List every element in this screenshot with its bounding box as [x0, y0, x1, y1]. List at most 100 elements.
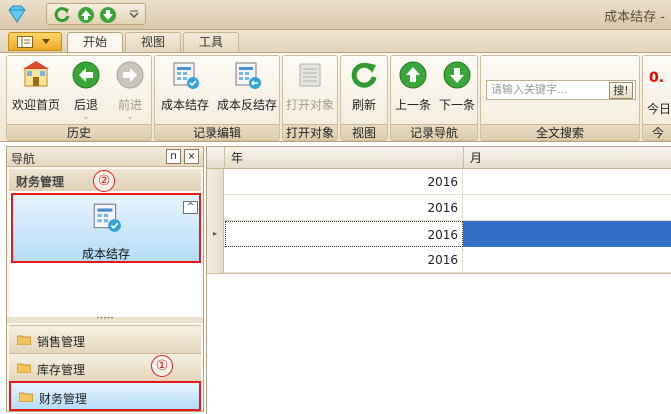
ribbon-group-today: 0. 今日 今 [642, 55, 671, 141]
open-object-label: 打开对象 [285, 98, 334, 112]
group-label-record-edit: 记录编辑 [155, 124, 279, 140]
tab-start[interactable]: 开始 [67, 32, 123, 53]
back-dropdown-icon[interactable]: ⌄ [65, 113, 107, 121]
collapse-icon[interactable]: ^ [183, 201, 198, 214]
back-label: 后退 [73, 98, 98, 112]
table-row[interactable]: 2016 [207, 247, 671, 273]
table-row[interactable]: 2016 [207, 195, 671, 221]
group-label-history: 历史 [7, 124, 151, 140]
forward-button[interactable]: 前进 ⌄ [109, 60, 151, 122]
refresh-button[interactable]: 刷新 [341, 60, 387, 122]
open-object-button[interactable]: 打开对象 [283, 60, 337, 122]
nav-bottom-item-sales[interactable]: 销售管理 [9, 325, 201, 353]
home-icon [23, 61, 49, 87]
ribbon-group-history: 欢迎首页 后退 ⌄ 前进 ⌄ 历史 [6, 55, 152, 141]
row-indicator[interactable] [207, 195, 224, 221]
customize-dropdown-icon[interactable] [125, 6, 143, 24]
nav-bottom-item-label: 库存管理 [37, 363, 86, 377]
cell-year[interactable]: 2016 [225, 221, 463, 247]
welcome-home-label: 欢迎首页 [11, 98, 60, 112]
nav-splitter[interactable]: ••••• [7, 316, 203, 323]
tab-view[interactable]: 视图 [125, 32, 181, 52]
refresh-icon [351, 62, 377, 88]
welcome-home-button[interactable]: 欢迎首页 [9, 60, 63, 122]
grid-empty-area [207, 273, 671, 414]
window-title: 成本结存 - [604, 10, 665, 25]
down-arrow-icon[interactable] [99, 6, 117, 24]
ribbon-group-view: 刷新 视图 [340, 55, 388, 141]
folder-icon [19, 392, 33, 402]
up-arrow-icon [399, 61, 427, 89]
cell-year[interactable]: 2016 [225, 169, 463, 195]
pin-icon[interactable]: п [166, 149, 181, 164]
cost-settle-icon [93, 203, 121, 232]
table-row[interactable]: ▸ 2016 [207, 221, 671, 247]
group-label-fulltext-search: 全文搜索 [481, 124, 639, 140]
table-row[interactable]: 2016 [207, 169, 671, 195]
back-button[interactable]: 后退 ⌄ [65, 60, 107, 122]
callout-2: ② [93, 170, 115, 192]
group-label-record-nav: 记录导航 [391, 124, 477, 140]
open-object-icon [299, 63, 321, 87]
ribbon-group-record-nav: 上一条 下一条 记录导航 [390, 55, 478, 141]
menu-icon [17, 36, 33, 48]
callout-1: ① [151, 355, 173, 377]
forward-label: 前进 [117, 98, 142, 112]
cell-month[interactable] [463, 247, 671, 273]
cost-settle-label: 成本结存 [160, 98, 209, 112]
ribbon-tab-row: 开始 视图 工具 [0, 30, 671, 53]
row-indicator-current-icon[interactable]: ▸ [207, 221, 224, 247]
nav-item-cost-settle-label: 成本结存 [81, 247, 130, 261]
row-indicator[interactable] [207, 169, 224, 195]
nav-bottom-item-label: 销售管理 [37, 335, 86, 349]
grid-header: 年 月 [207, 147, 671, 169]
nav-header: 导航 п × [7, 147, 203, 167]
cost-settle-button[interactable]: 成本结存 [157, 60, 213, 122]
tab-tools[interactable]: 工具 [183, 32, 239, 52]
next-record-label: 下一条 [438, 98, 475, 112]
ribbon-group-open-object: 打开对象 打开对象 [282, 55, 338, 141]
row-indicator[interactable] [207, 247, 224, 273]
search-button[interactable]: 搜! [609, 82, 633, 99]
app-menu-button[interactable] [8, 32, 62, 51]
refresh-icon[interactable] [53, 6, 71, 24]
cost-unsettle-icon [235, 62, 261, 89]
column-header-year[interactable]: 年 [224, 147, 463, 169]
column-header-month[interactable]: 月 [463, 147, 671, 169]
navigation-pane: 导航 п × 财务管理 ^ 成本结存 ••••• 销售管理 库存管理 财务管理 … [6, 146, 204, 412]
back-arrow-icon [72, 61, 100, 89]
cell-year[interactable]: 2016 [225, 247, 463, 273]
cost-settle-icon [173, 62, 199, 89]
down-arrow-icon [443, 61, 471, 89]
title-bar: 成本结存 - [0, 0, 671, 30]
quick-access-toolbar [46, 3, 146, 25]
nav-group-title-text: 财务管理 [16, 175, 65, 189]
cost-unsettle-button[interactable]: 成本反结存 [215, 60, 279, 122]
ribbon: 欢迎首页 后退 ⌄ 前进 ⌄ 历史 成本结存 成本反结存 记录编辑 打开对象 打… [0, 52, 671, 142]
nav-title: 导航 [11, 152, 36, 166]
today-label: 今日 [647, 102, 671, 116]
today-value: 0. [649, 70, 665, 86]
forward-dropdown-icon[interactable]: ⌄ [109, 113, 151, 121]
cell-month-selected[interactable] [463, 221, 671, 247]
forward-arrow-icon [116, 61, 144, 89]
app-logo-icon [8, 5, 26, 23]
cost-unsettle-label: 成本反结存 [216, 98, 277, 112]
prev-record-button[interactable]: 上一条 [391, 60, 435, 122]
nav-item-cost-settle[interactable]: ^ 成本结存 [11, 193, 201, 263]
cell-month[interactable] [463, 195, 671, 221]
chevron-down-icon [42, 39, 50, 44]
nav-bottom-item-finance[interactable]: 财务管理 [9, 381, 201, 411]
ribbon-group-fulltext-search: 请输入关键字... 搜! 全文搜索 [480, 55, 640, 141]
cell-month[interactable] [463, 169, 671, 195]
cell-year[interactable]: 2016 [225, 195, 463, 221]
folder-icon [17, 363, 31, 373]
close-icon[interactable]: × [184, 149, 199, 164]
refresh-label: 刷新 [351, 98, 376, 112]
up-arrow-icon[interactable] [77, 6, 95, 24]
prev-record-label: 上一条 [394, 98, 431, 112]
nav-bottom-item-label: 财务管理 [39, 392, 88, 406]
group-label-open-object: 打开对象 [283, 124, 337, 140]
next-record-button[interactable]: 下一条 [435, 60, 479, 122]
ribbon-group-record-edit: 成本结存 成本反结存 记录编辑 [154, 55, 280, 141]
